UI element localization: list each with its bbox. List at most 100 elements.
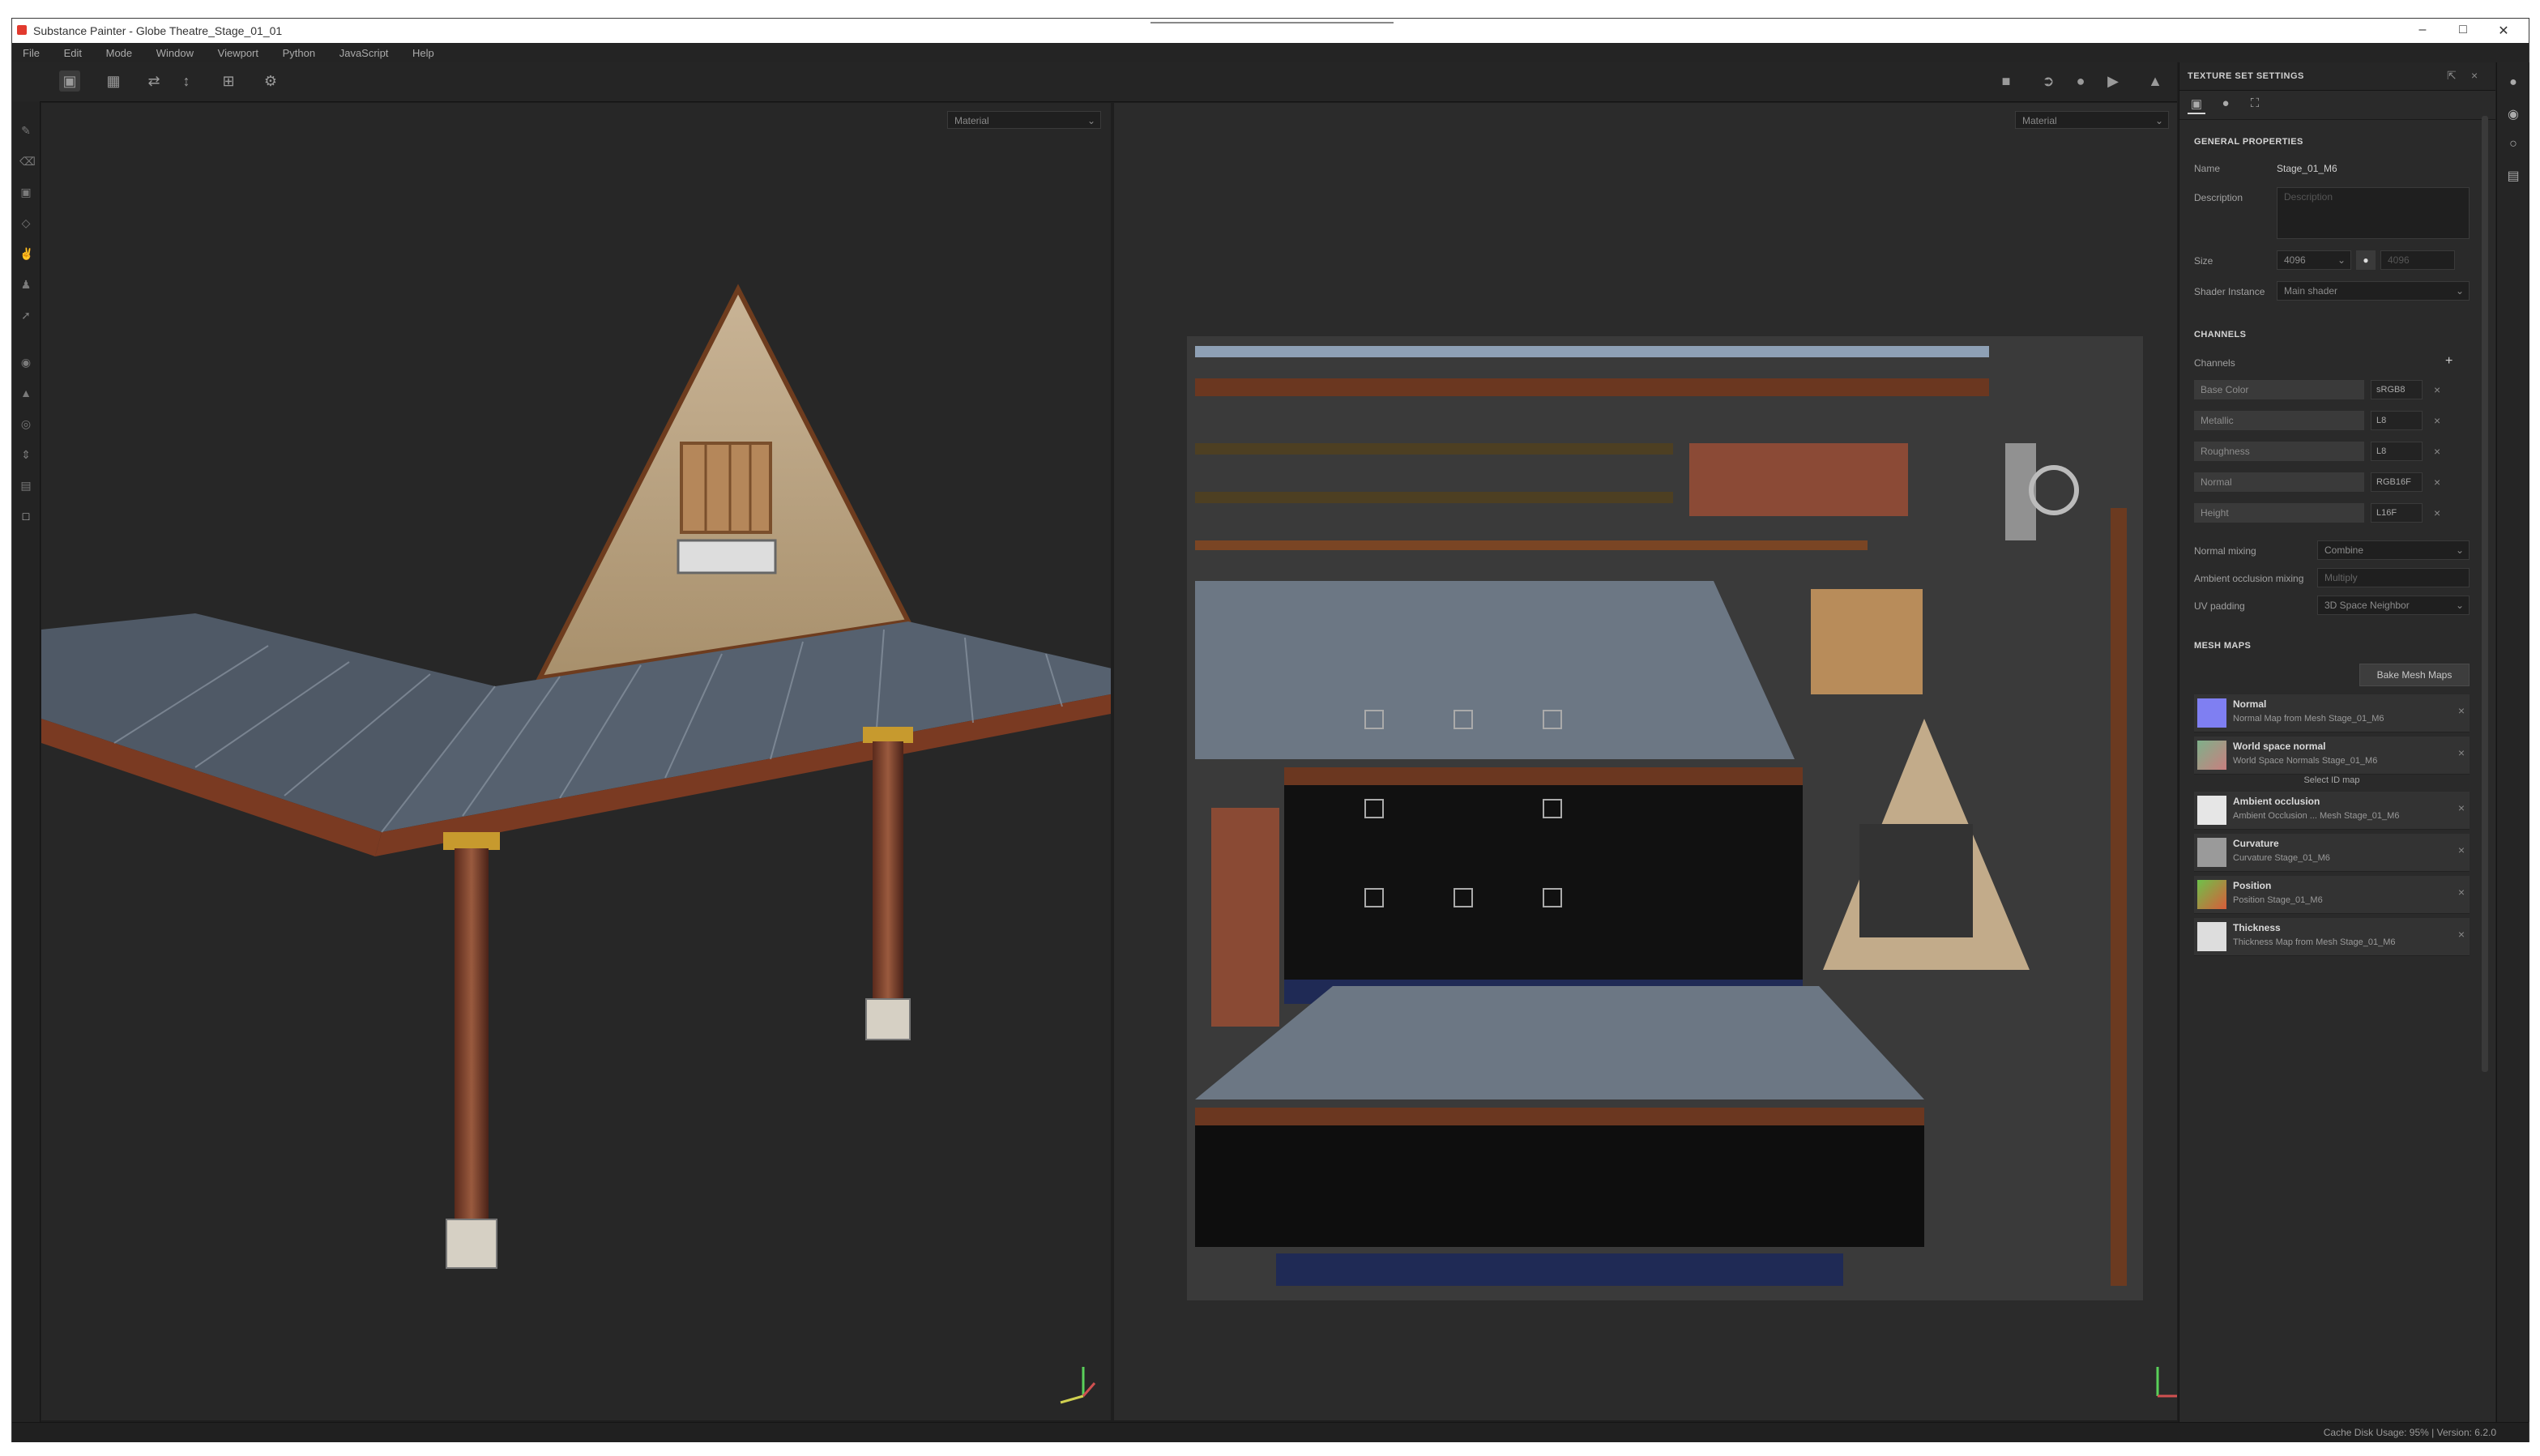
bake-mesh-maps-button[interactable]: Bake Mesh Maps <box>2359 664 2470 686</box>
size-dropdown[interactable]: 4096 ⌄ <box>2277 250 2351 270</box>
mesh-map-subtitle: Ambient Occlusion ... Mesh Stage_01_M6 <box>2233 811 2400 821</box>
channel-normal[interactable]: Normal <box>2194 472 2364 492</box>
remove-channel-icon[interactable]: × <box>2434 414 2447 427</box>
clear-map-icon[interactable]: × <box>2458 746 2465 759</box>
layout-2-icon[interactable]: ▦ <box>103 70 124 92</box>
share-icon[interactable]: ▲ <box>2145 70 2166 92</box>
stamp-icon[interactable]: ▤ <box>19 479 32 492</box>
select-id-map-link[interactable]: Select ID map <box>2194 775 2470 790</box>
layout-1-icon[interactable]: ▣ <box>59 70 80 92</box>
polygon-fill-icon[interactable]: ▲ <box>19 386 32 399</box>
menu-javascript[interactable]: JavaScript <box>329 43 399 59</box>
menu-help[interactable]: Help <box>402 43 445 59</box>
settings-icon[interactable]: ⚙ <box>260 70 281 92</box>
mesh-map-world-space-normal[interactable]: World space normal World Space Normals S… <box>2194 737 2470 775</box>
ao-mixing-label: Ambient occlusion mixing <box>2194 573 2304 584</box>
geometry-icon[interactable]: ◇ <box>19 216 32 229</box>
chevron-down-icon: ⌄ <box>2455 285 2464 297</box>
channel-format-base-color[interactable]: sRGB8 <box>2371 380 2423 399</box>
render-icon[interactable]: ➲ <box>2038 70 2059 92</box>
menu-window[interactable]: Window <box>146 43 204 59</box>
display-settings-icon[interactable]: ▤ <box>2505 168 2521 184</box>
brush-icon[interactable]: ✎ <box>19 124 32 137</box>
grid-icon[interactable]: ⊞ <box>218 70 239 92</box>
clear-map-icon[interactable]: × <box>2458 704 2465 717</box>
maximize-button[interactable]: □ <box>2451 23 2475 37</box>
size-lock-icon[interactable]: ● <box>2356 250 2376 270</box>
mesh-map-thickness[interactable]: Thickness Thickness Map from Mesh Stage_… <box>2194 918 2470 956</box>
mesh-map-curvature[interactable]: Curvature Curvature Stage_01_M6 × <box>2194 834 2470 872</box>
uv-padding-label: UV padding <box>2194 600 2245 612</box>
smudge-icon[interactable]: ✌ <box>19 247 33 260</box>
material-tab-icon[interactable]: ● <box>2217 96 2235 113</box>
add-channel-icon[interactable]: + <box>2445 354 2452 369</box>
ao-mixing-value: Multiply <box>2324 572 2358 583</box>
app-logo-icon <box>17 25 27 35</box>
picker-icon[interactable]: ➚ <box>19 309 32 322</box>
mesh-map-title: Position <box>2233 880 2272 891</box>
uv-padding-dropdown[interactable]: 3D Space Neighbor ⌄ <box>2317 596 2470 615</box>
video-icon[interactable]: ▶ <box>2102 70 2124 92</box>
remove-channel-icon[interactable]: × <box>2434 445 2447 458</box>
chevron-down-icon: ⌄ <box>2337 254 2346 266</box>
menu-viewport[interactable]: Viewport <box>207 43 269 59</box>
properties-icon[interactable]: ○ <box>2505 137 2521 153</box>
clear-map-icon[interactable]: × <box>2458 928 2465 941</box>
channel-roughness[interactable]: Roughness <box>2194 442 2364 461</box>
fit-tab-icon[interactable]: ⛶ <box>2246 96 2264 113</box>
layers-icon[interactable]: ◉ <box>2505 106 2521 122</box>
swap-icon[interactable]: ⇄ <box>143 70 164 92</box>
menu-edit[interactable]: Edit <box>53 43 92 59</box>
mesh-map-subtitle: Position Stage_01_M6 <box>2233 895 2323 905</box>
mesh-map-subtitle: Thickness Map from Mesh Stage_01_M6 <box>2233 937 2396 947</box>
texture-set-tab-icon[interactable]: ▣ <box>2188 96 2205 114</box>
measure-icon[interactable]: ⇕ <box>19 448 32 461</box>
title-drag-handle[interactable] <box>1150 22 1394 23</box>
shader-instance-dropdown[interactable]: Main shader ⌄ <box>2277 281 2470 301</box>
close-button[interactable]: ✕ <box>2491 23 2516 39</box>
ao-mixing-dropdown[interactable]: Multiply <box>2317 568 2470 587</box>
bake-icon[interactable]: ◉ <box>19 356 32 369</box>
mesh-map-position[interactable]: Position Position Stage_01_M6 × <box>2194 876 2470 914</box>
channel-height[interactable]: Height <box>2194 503 2364 523</box>
document-icon[interactable]: □ <box>19 510 32 523</box>
channel-format-height[interactable]: L16F <box>2371 503 2423 523</box>
minimize-button[interactable]: – <box>2410 23 2435 37</box>
mesh-map-normal[interactable]: Normal Normal Map from Mesh Stage_01_M6 … <box>2194 694 2470 732</box>
float-panel-icon[interactable]: ⇱ <box>2447 69 2457 83</box>
menu-mode[interactable]: Mode <box>96 43 143 59</box>
uv-icon[interactable]: ↕ <box>176 70 197 92</box>
size-label: Size <box>2194 255 2213 267</box>
mesh-map-ambient-occlusion[interactable]: Ambient occlusion Ambient Occlusion ... … <box>2194 792 2470 830</box>
channel-format-normal[interactable]: RGB16F <box>2371 472 2423 492</box>
channel-format-roughness[interactable]: L8 <box>2371 442 2423 461</box>
sphere-icon[interactable]: ● <box>2070 70 2091 92</box>
status-bar: Cache Disk Usage: 95% | Version: 6.2.0 <box>12 1422 2529 1442</box>
size-height-field[interactable]: 4096 <box>2380 250 2455 270</box>
clone-icon[interactable]: ♟ <box>19 278 32 291</box>
menu-python[interactable]: Python <box>272 43 326 59</box>
channel-format-metallic[interactable]: L8 <box>2371 411 2423 430</box>
viewport-2d[interactable]: Material ⌄ <box>1114 103 2177 1420</box>
panel-scrollbar[interactable] <box>2482 116 2488 1072</box>
stage-model-3d <box>41 284 1111 1404</box>
menu-file[interactable]: File <box>12 43 50 59</box>
shelf-icon[interactable]: ● <box>2505 75 2521 92</box>
remove-channel-icon[interactable]: × <box>2434 476 2447 489</box>
remove-channel-icon[interactable]: × <box>2434 506 2447 519</box>
description-field[interactable]: Description <box>2277 187 2470 239</box>
remove-channel-icon[interactable]: × <box>2434 383 2447 396</box>
close-panel-icon[interactable]: × <box>2471 69 2478 82</box>
clear-map-icon[interactable]: × <box>2458 843 2465 856</box>
camera-icon[interactable]: ■ <box>1996 70 2017 92</box>
color-picker-icon[interactable]: ◎ <box>19 417 32 430</box>
projection-icon[interactable]: ▣ <box>19 186 32 199</box>
normal-mixing-dropdown[interactable]: Combine ⌄ <box>2317 540 2470 560</box>
channel-metallic[interactable]: Metallic <box>2194 411 2364 430</box>
channel-base-color[interactable]: Base Color <box>2194 380 2364 399</box>
eraser-icon[interactable]: ⌫ <box>19 155 36 168</box>
name-value[interactable]: Stage_01_M6 <box>2277 163 2337 174</box>
clear-map-icon[interactable]: × <box>2458 801 2465 814</box>
clear-map-icon[interactable]: × <box>2458 886 2465 899</box>
viewport-3d[interactable]: Material ⌄ <box>41 103 1111 1420</box>
